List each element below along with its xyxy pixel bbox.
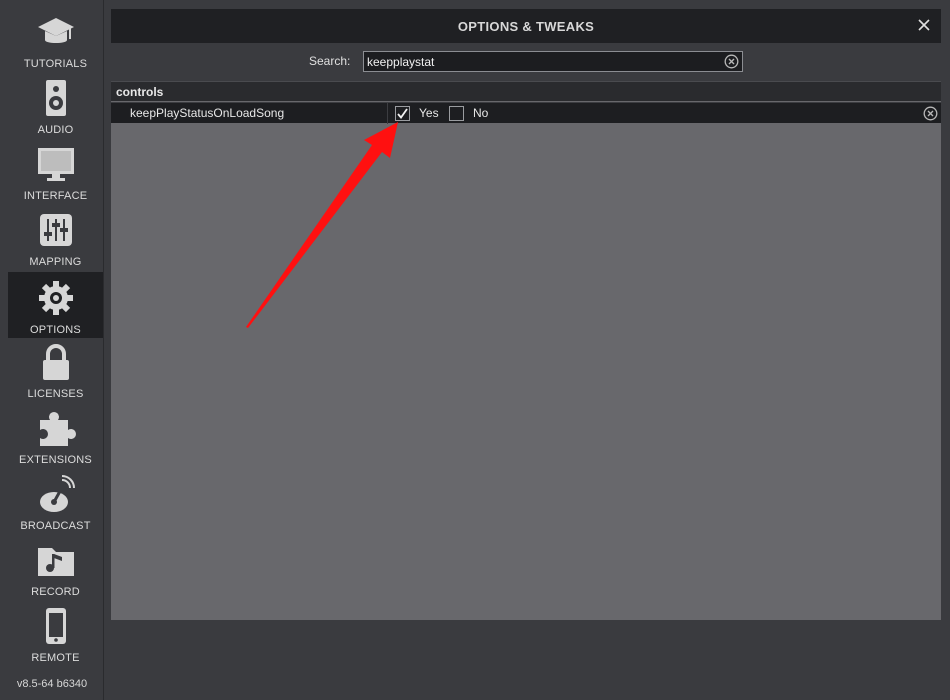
clear-icon [923,106,938,121]
sidebar-item-label: EXTENSIONS [19,454,92,466]
sidebar-item-mapping[interactable]: MAPPING [8,204,103,270]
gear-icon [34,276,78,320]
speaker-icon [34,76,78,120]
sidebar-item-label: INTERFACE [23,190,88,202]
sidebar-item-label: TUTORIALS [23,58,88,70]
yes-checkbox[interactable] [395,106,410,121]
checkmark-icon [397,108,408,119]
sidebar-item-audio[interactable]: AUDIO [8,72,103,138]
search-input[interactable] [364,52,714,71]
sidebar-item-label: RECORD [31,586,80,598]
sidebar-item-label: BROADCAST [20,520,91,532]
option-row: keepPlayStatusOnLoadSong Yes No [111,102,941,124]
version-label: v8.5-64 b6340 [16,678,88,690]
search-box [363,51,743,72]
window-titlebar: OPTIONS & TWEAKS [111,9,941,43]
monitor-icon [34,142,78,186]
sidebar-item-label: MAPPING [29,256,82,268]
sidebar-item-interface[interactable]: INTERFACE [8,138,103,204]
close-button[interactable] [915,16,933,34]
group-header: controls [111,81,941,101]
sidebar-item-record[interactable]: RECORD [8,534,103,600]
sidebar-item-label: OPTIONS [30,324,81,336]
reset-option-button[interactable] [923,106,938,121]
option-name: keepPlayStatusOnLoadSong [130,106,285,120]
clear-icon [724,54,739,69]
sliders-icon [34,208,78,252]
sidebar-item-extensions[interactable]: EXTENSIONS [8,402,103,468]
puzzle-icon [34,406,78,450]
sidebar-item-options[interactable]: OPTIONS [8,272,103,338]
sidebar-item-label: REMOTE [31,652,80,664]
search-clear-button[interactable] [724,54,739,69]
column-divider [387,103,388,124]
search-row: Search: [111,51,941,73]
options-panel: controls keepPlayStatusOnLoadSong Yes No [111,81,941,620]
broadcast-icon [34,472,78,516]
phone-icon [34,604,78,648]
no-checkbox[interactable] [449,106,464,121]
music-folder-icon [34,538,78,582]
window-title: OPTIONS & TWEAKS [457,18,595,34]
no-label: No [473,106,489,120]
sidebar-item-tutorials[interactable]: TUTORIALS [8,6,103,72]
sidebar: TUTORIALS AUDIO INTERFACE MAPPING OPTION… [0,0,104,700]
sidebar-item-licenses[interactable]: LICENSES [8,336,103,402]
search-label: Search: [309,54,351,68]
sidebar-item-label: LICENSES [27,388,84,400]
lock-icon [34,340,78,384]
graduation-cap-icon [34,10,78,54]
close-icon [918,19,930,31]
yes-label: Yes [419,106,439,120]
sidebar-item-label: AUDIO [37,124,74,136]
sidebar-item-broadcast[interactable]: BROADCAST [8,468,103,534]
sidebar-item-remote[interactable]: REMOTE [8,600,103,666]
